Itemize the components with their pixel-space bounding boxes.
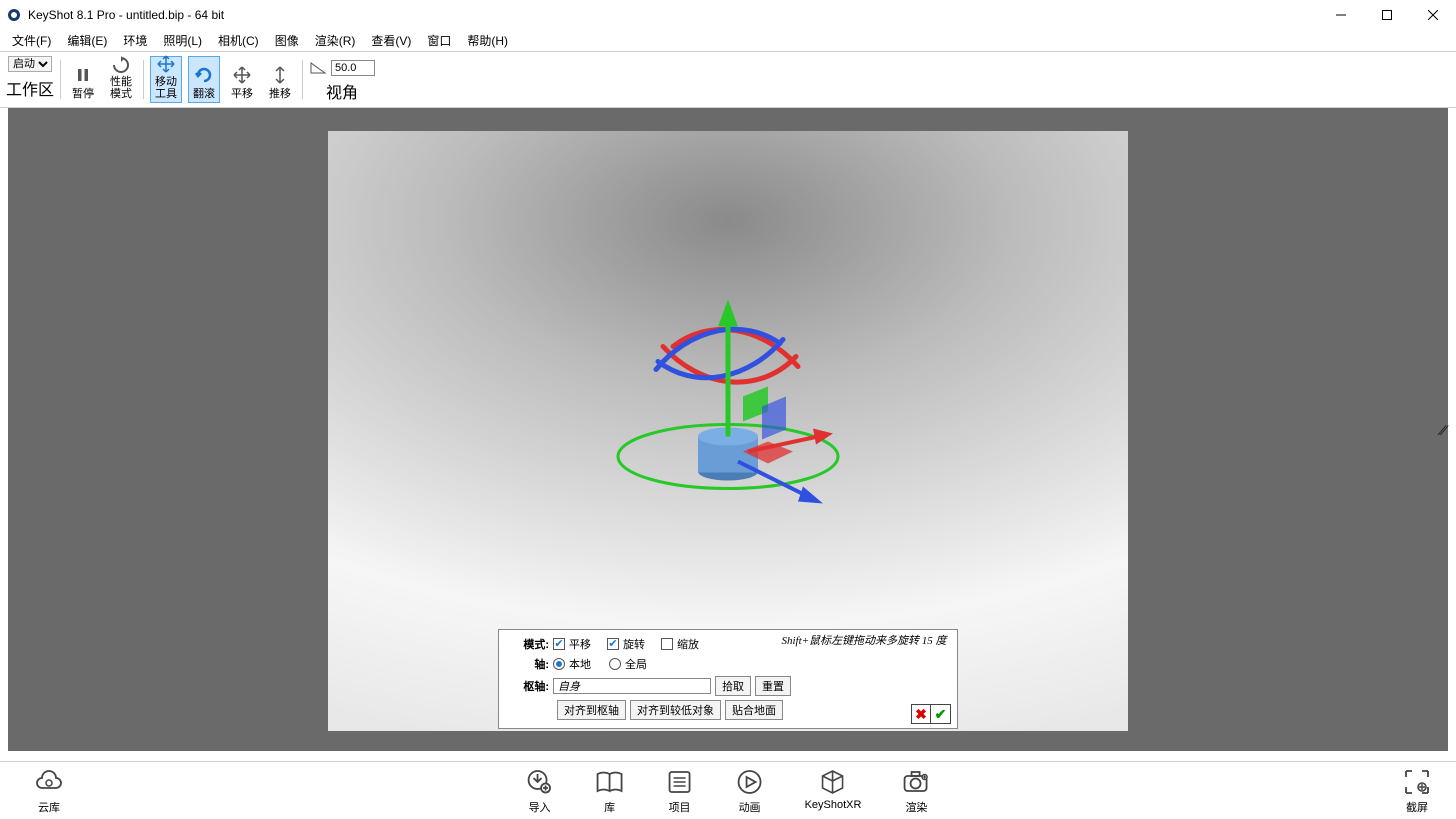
mode-label: 模式: <box>507 636 553 652</box>
reset-button[interactable]: 重置 <box>755 676 791 696</box>
mode-translate-checkbox[interactable]: 平移 <box>553 636 591 652</box>
minimize-button[interactable] <box>1318 0 1364 30</box>
render-button[interactable]: 渲染 <box>895 763 937 819</box>
mode-scale-checkbox[interactable]: 缩放 <box>661 636 699 652</box>
axis-local-radio[interactable]: 本地 <box>553 656 591 672</box>
mode-rotate-checkbox[interactable]: 旋转 <box>607 636 645 652</box>
confirm-button[interactable]: ✔ <box>931 704 951 724</box>
keyshotxr-button[interactable]: KeyShotXR <box>799 763 868 819</box>
fov-block: 视角 <box>309 56 375 103</box>
menu-lighting[interactable]: 照明(L) <box>155 30 210 51</box>
fov-input[interactable] <box>331 60 375 76</box>
menu-window[interactable]: 窗口 <box>419 30 459 51</box>
dolly-button[interactable]: 推移 <box>264 56 296 103</box>
angle-icon <box>309 61 327 75</box>
animation-button[interactable]: 动画 <box>729 763 771 819</box>
pause-icon <box>72 64 94 86</box>
cloud-library-button[interactable]: 云库 <box>28 763 70 819</box>
toolbar-separator <box>302 60 303 99</box>
close-button[interactable] <box>1410 0 1456 30</box>
cube-icon <box>818 767 848 797</box>
tumble-icon <box>193 64 215 86</box>
pan-icon <box>231 64 253 86</box>
app-icon <box>6 7 22 23</box>
menu-camera[interactable]: 相机(C) <box>210 30 267 51</box>
book-icon <box>595 767 625 797</box>
menu-view[interactable]: 查看(V) <box>363 30 419 51</box>
titlebar: KeyShot 8.1 Pro - untitled.bip - 64 bit <box>0 0 1456 30</box>
menu-environment[interactable]: 环境 <box>115 30 155 51</box>
import-button[interactable]: 导入 <box>519 763 561 819</box>
axis-label: 轴: <box>507 656 553 672</box>
axis-global-radio[interactable]: 全局 <box>609 656 647 672</box>
cancel-button[interactable]: ✖ <box>911 704 931 724</box>
move-tool-button[interactable]: 移动 工具 <box>150 56 182 103</box>
workspace-label: 工作区 <box>6 76 54 100</box>
resize-grip-icon[interactable]: ⁄⁄ <box>1441 422 1446 438</box>
camera-icon <box>901 767 931 797</box>
import-icon <box>525 767 555 797</box>
pivot-input[interactable] <box>553 678 711 694</box>
transform-gizmo[interactable] <box>598 272 858 562</box>
play-icon <box>735 767 765 797</box>
pivot-label: 枢轴: <box>507 678 553 694</box>
align-to-pivot-button[interactable]: 对齐到枢轴 <box>557 700 626 720</box>
toolbar-separator <box>143 60 144 99</box>
render-viewport[interactable]: Shift+鼠标左键拖动来多旋转 15 度 模式: 平移 旋转 缩放 轴: 本地… <box>328 131 1128 731</box>
workspace-dropdown-block: 启动 工作区 <box>6 56 54 103</box>
move-tool-icon <box>155 54 177 74</box>
maximize-button[interactable] <box>1364 0 1410 30</box>
library-button[interactable]: 库 <box>589 763 631 819</box>
menubar: 文件(F) 编辑(E) 环境 照明(L) 相机(C) 图像 渲染(R) 查看(V… <box>0 30 1456 52</box>
align-to-lower-button[interactable]: 对齐到较低对象 <box>630 700 721 720</box>
menu-edit[interactable]: 编辑(E) <box>59 30 115 51</box>
viewport-background: Shift+鼠标左键拖动来多旋转 15 度 模式: 平移 旋转 缩放 轴: 本地… <box>8 108 1448 751</box>
window-title: KeyShot 8.1 Pro - untitled.bip - 64 bit <box>28 8 224 22</box>
snap-to-ground-button[interactable]: 贴合地面 <box>725 700 783 720</box>
toolbar: 启动 工作区 暂停 性能 模式 移动 工具 翻滚 平移 推移 视角 <box>0 52 1456 108</box>
move-tool-panel: Shift+鼠标左键拖动来多旋转 15 度 模式: 平移 旋转 缩放 轴: 本地… <box>498 629 958 729</box>
bottombar: 云库 导入 库 项目 动画 KeyShotXR 渲染 <box>0 761 1456 819</box>
pause-button[interactable]: 暂停 <box>67 56 99 103</box>
menu-image[interactable]: 图像 <box>267 30 307 51</box>
pick-button[interactable]: 拾取 <box>715 676 751 696</box>
crop-icon <box>1402 767 1432 797</box>
menu-file[interactable]: 文件(F) <box>4 30 59 51</box>
toolbar-separator <box>60 60 61 99</box>
menu-help[interactable]: 帮助(H) <box>459 30 516 51</box>
screenshot-button[interactable]: 截屏 <box>1396 763 1438 819</box>
dolly-icon <box>269 64 291 86</box>
refresh-icon <box>110 56 132 74</box>
list-icon <box>665 767 695 797</box>
performance-mode-button[interactable]: 性能 模式 <box>105 56 137 103</box>
project-button[interactable]: 项目 <box>659 763 701 819</box>
menu-render[interactable]: 渲染(R) <box>307 30 364 51</box>
pan-button[interactable]: 平移 <box>226 56 258 103</box>
fov-label: 视角 <box>326 79 358 103</box>
workspace-dropdown[interactable]: 启动 <box>8 56 52 72</box>
tumble-button[interactable]: 翻滚 <box>188 56 220 103</box>
cloud-icon <box>34 767 64 797</box>
hint-text: Shift+鼠标左键拖动来多旋转 15 度 <box>779 634 949 648</box>
